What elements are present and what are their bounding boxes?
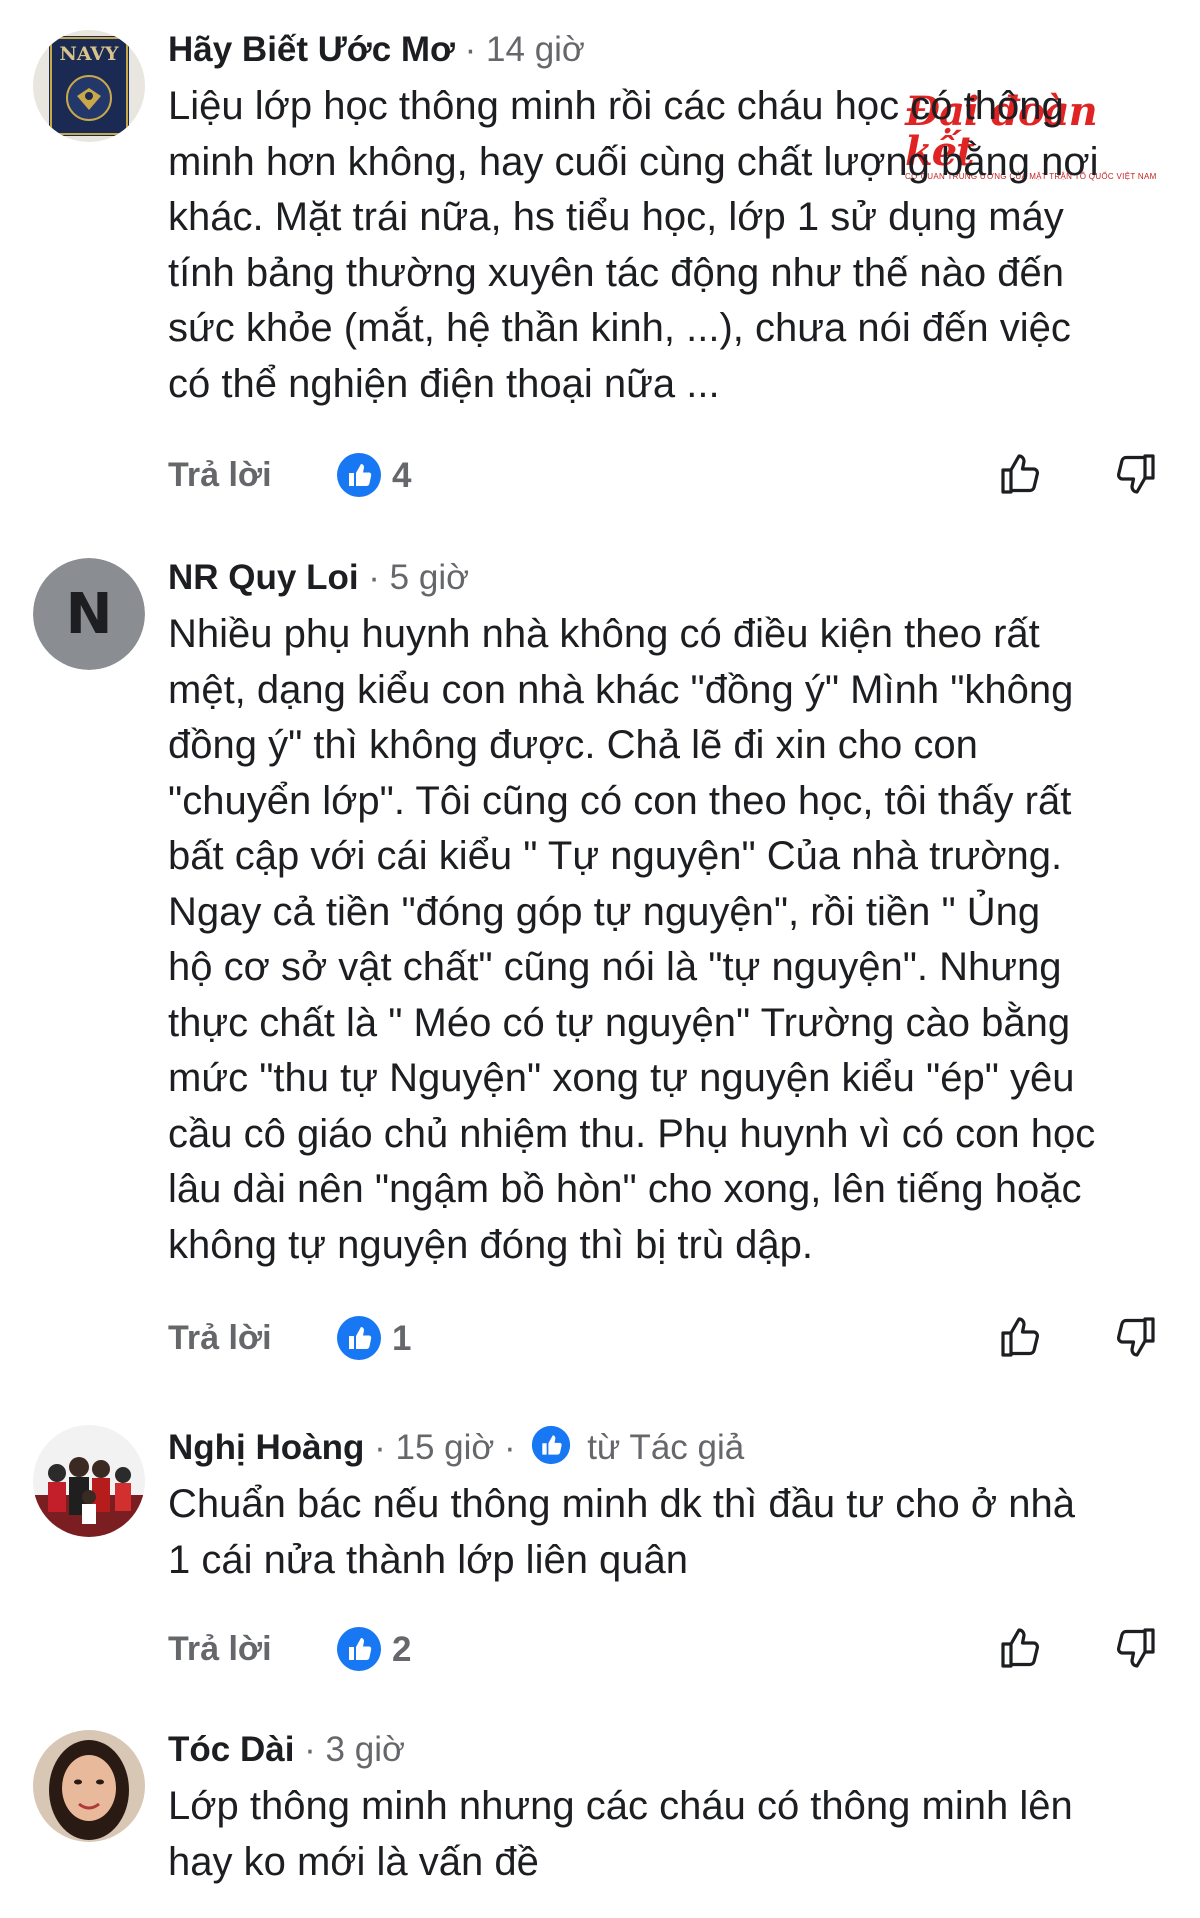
comment-line: có thể nghiện điện thoại nữa ... <box>168 361 720 406</box>
comment-1-actions: Trả lời 4 <box>168 452 1168 504</box>
comment-time: · 3 giờ <box>304 1730 405 1769</box>
avatar-portrait[interactable] <box>33 1730 145 1842</box>
comment-line: Ngay cả tiền "đóng góp tự nguyện", rồi t… <box>168 889 1041 934</box>
like-count: 4 <box>392 456 412 495</box>
comment-line: lâu dài nên "ngậm bồ hòn" cho xong, lên … <box>168 1167 1082 1211</box>
author-badge-like-icon <box>531 1425 571 1465</box>
comment-line: bất cập với cái kiểu " Tự nguyện" Của nh… <box>168 834 1063 878</box>
like-reaction-icon[interactable] <box>336 1626 382 1672</box>
comment-time: · 5 giờ <box>368 558 470 597</box>
comment-line: Lớp thông minh nhưng các cháu có thông m… <box>168 1784 1073 1828</box>
comment-line: đồng ý" thì không được. Chả lẽ đi xin ch… <box>168 723 978 767</box>
author-name[interactable]: Nghị Hoàng <box>168 1428 364 1467</box>
comment-line: Nhiều phụ huynh nhà không có điều kiện t… <box>168 612 1040 656</box>
avatar-family-photo[interactable] <box>33 1425 145 1537</box>
comment-header: Nghị Hoàng · 15 giờ · từ Tác giả <box>168 1425 1168 1468</box>
comment-line: "chuyển lớp". Tôi cũng có con theo học, … <box>168 778 1072 823</box>
comment-3-actions: Trả lời 2 <box>168 1626 1168 1678</box>
comment-line: Chuẩn bác nếu thông minh dk thì đầu tư c… <box>168 1482 1075 1526</box>
navy-emblem-icon: NAVY <box>33 30 145 142</box>
thumb-up-icon[interactable] <box>996 1622 1048 1674</box>
comment-line: sức khỏe (mắt, hệ thần kinh, ...), chưa … <box>168 306 1071 350</box>
author-name[interactable]: NR Quy Loi <box>168 558 359 597</box>
author-name[interactable]: Tóc Dài <box>168 1730 294 1769</box>
comment-line: mức "thu tự Nguyện" xong tự nguyện kiểu … <box>168 1056 1075 1100</box>
reply-button[interactable]: Trả lời <box>168 1319 272 1358</box>
comment-header: Tóc Dài · 3 giờ <box>168 1730 1168 1770</box>
comment-text: Lớp thông minh nhưng các cháu có thông m… <box>168 1779 1168 1890</box>
thumb-down-icon[interactable] <box>1108 1311 1160 1363</box>
author-name[interactable]: Hãy Biết Ước Mơ <box>168 30 455 69</box>
comment-text: Liệu lớp học thông minh rồi các cháu học… <box>168 79 1168 412</box>
comment-line: 1 cái nửa thành lớp liên quân <box>168 1537 689 1582</box>
comment-line: Liệu lớp học thông minh rồi các cháu học… <box>168 84 1064 128</box>
comment-line: không tự nguyện đóng thì bị trù dập. <box>168 1222 814 1267</box>
comment-line: khác. Mặt trái nữa, hs tiểu học, lớp 1 s… <box>168 195 1064 239</box>
avatar-navy[interactable]: NAVY <box>33 30 145 142</box>
avatar-navy-text: NAVY <box>59 43 118 65</box>
comment-header: Hãy Biết Ước Mơ · 14 giờ <box>168 30 1168 70</box>
comment-2-actions: Trả lời 1 <box>168 1315 1168 1367</box>
comment-line: minh hơn không, hay cuối cùng chất lượng… <box>168 139 1099 184</box>
comment-line: thực chất là " Méo có tự nguyện" Trường … <box>168 1000 1071 1045</box>
comment-line: cầu cô giáo chủ nhiệm thu. Phụ huynh vì … <box>168 1111 1096 1156</box>
thumb-up-icon[interactable] <box>996 1311 1048 1363</box>
reply-button[interactable]: Trả lời <box>168 1630 272 1669</box>
comment-line: mệt, dạng kiểu con nhà khác "đồng ý" Mìn… <box>168 667 1074 712</box>
comment-line: tính bảng thường xuyên tác động như thế … <box>168 250 1065 295</box>
comment-time: · 14 giờ <box>464 30 585 69</box>
thumb-up-icon[interactable] <box>996 448 1048 500</box>
comment-text: Chuẩn bác nếu thông minh dk thì đầu tư c… <box>168 1477 1168 1588</box>
comment-text: Nhiều phụ huynh nhà không có điều kiện t… <box>168 607 1168 1273</box>
avatar-initial: N <box>66 582 113 647</box>
like-count: 1 <box>392 1319 412 1358</box>
avatar-letter[interactable]: N <box>33 558 145 670</box>
thumb-down-icon[interactable] <box>1108 1622 1160 1674</box>
like-reaction-icon[interactable] <box>336 1315 382 1361</box>
comment-line: hay ko mới là vấn đề <box>168 1839 539 1884</box>
comment-header: NR Quy Loi · 5 giờ <box>168 558 1168 598</box>
comment-line: hộ cơ sở vật chất" cũng nói là "tự nguyệ… <box>168 945 1062 989</box>
reply-button[interactable]: Trả lời <box>168 456 272 495</box>
comment-time: · 15 giờ · <box>374 1428 516 1467</box>
like-count: 2 <box>392 1630 412 1669</box>
like-reaction-icon[interactable] <box>336 452 382 498</box>
author-badge-text: từ Tác giả <box>587 1428 745 1467</box>
thumb-down-icon[interactable] <box>1108 448 1160 500</box>
